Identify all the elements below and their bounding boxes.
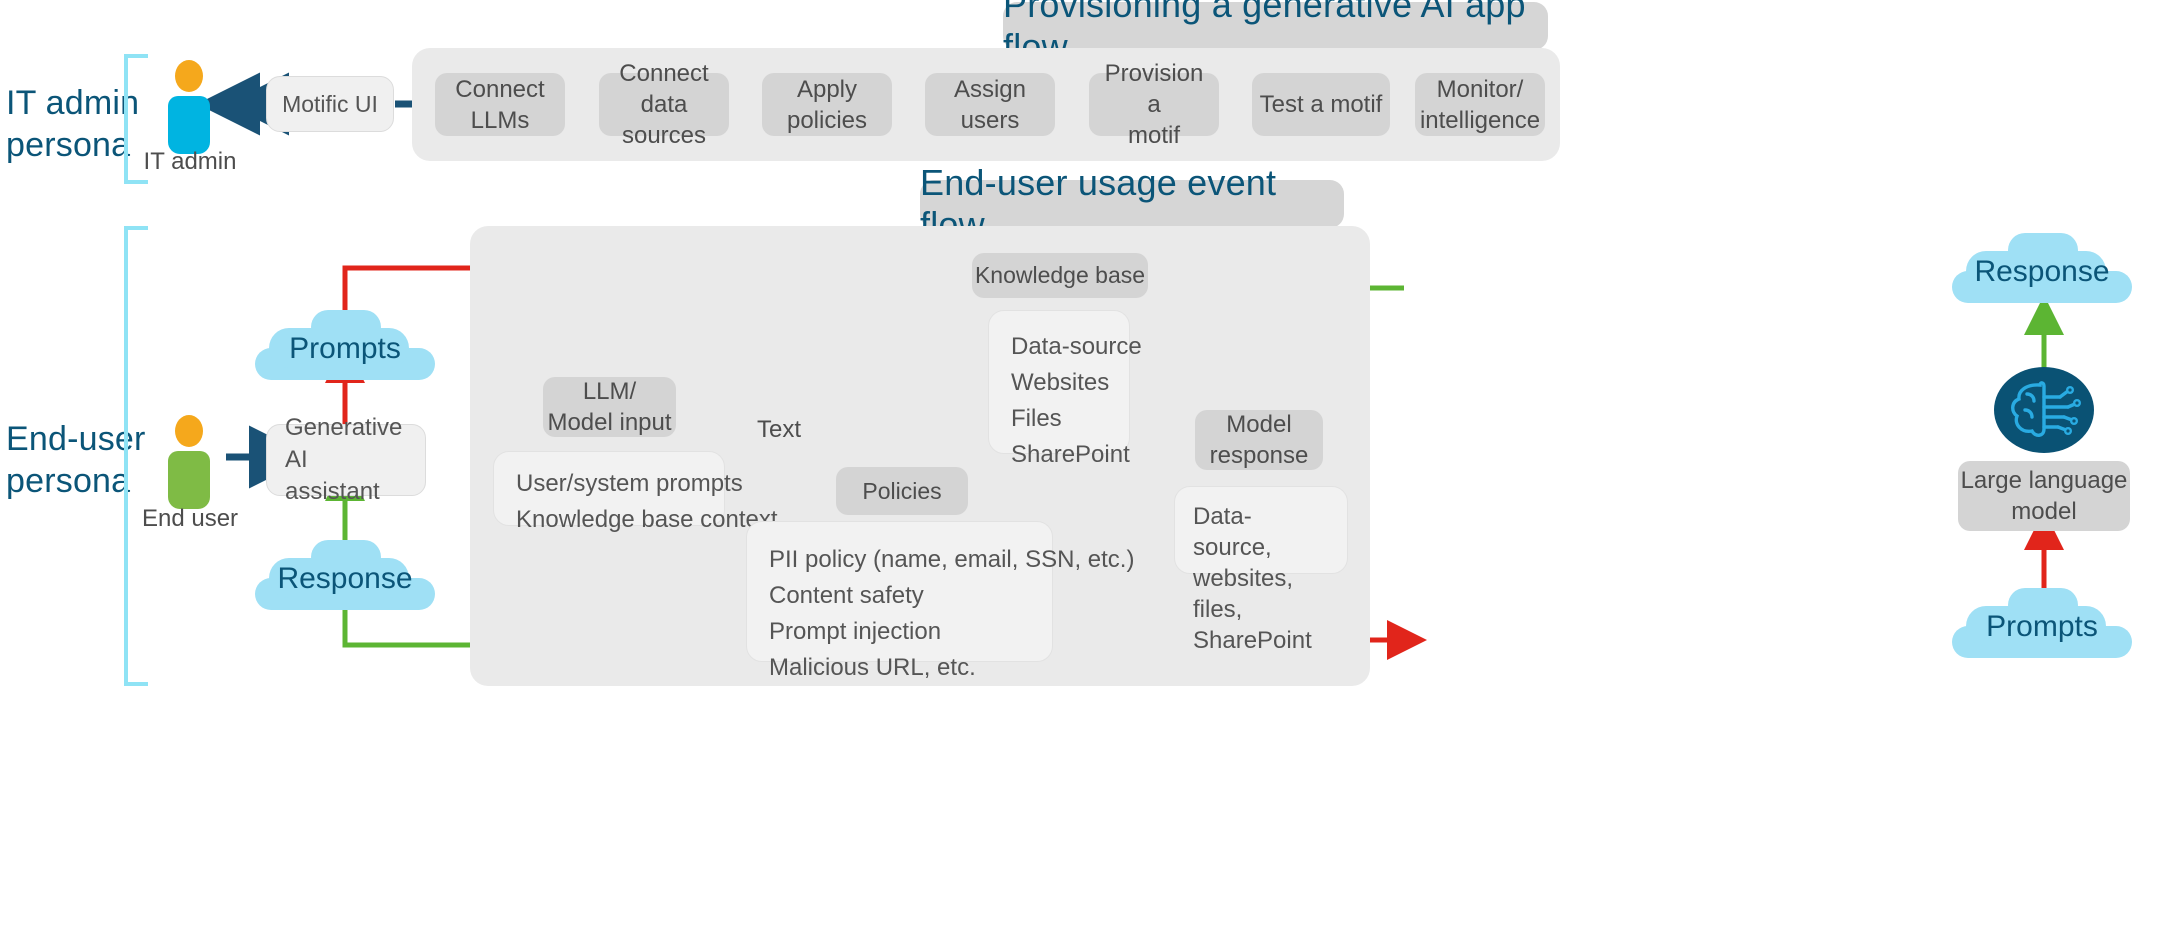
llm-input-details-box: User/system prompts Knowledge base conte… bbox=[493, 451, 778, 533]
admin-step-connect-data-sources[interactable]: Connect data sources bbox=[599, 60, 729, 149]
policy-item: Prompt injection bbox=[769, 618, 942, 645]
it-admin-figure-caption: IT admin bbox=[143, 148, 237, 175]
policy-item: Malicious URL, etc. bbox=[769, 654, 976, 681]
policy-item: Content safety bbox=[769, 582, 924, 609]
model-response-node[interactable]: Model response bbox=[1195, 410, 1323, 470]
large-language-model-node[interactable]: Large language model bbox=[1958, 461, 2130, 531]
data-source-item: Websites bbox=[1011, 369, 1110, 396]
diagram-canvas: IT admin persona IT admin Motific UI Pro… bbox=[0, 0, 2160, 946]
enduser-flow-banner: End-user usage event flow bbox=[920, 162, 1344, 245]
admin-step-test-motif[interactable]: Test a motif bbox=[1252, 73, 1390, 136]
model-response-details-box: Data-source, websites, files, SharePoint bbox=[1174, 486, 1348, 654]
response-cloud-left: Response bbox=[255, 540, 435, 610]
it-admin-figure bbox=[165, 60, 215, 155]
policies-node[interactable]: Policies bbox=[836, 467, 968, 515]
prompts-cloud-left: Prompts bbox=[255, 310, 435, 380]
llm-input-detail-item: User/system prompts bbox=[516, 470, 743, 497]
knowledge-base-node[interactable]: Knowledge base bbox=[972, 253, 1148, 298]
motific-ui-node[interactable]: Motific UI bbox=[266, 76, 394, 132]
model-response-details-text: Data-source, websites, files, SharePoint bbox=[1193, 503, 1312, 654]
response-cloud-right-label: Response bbox=[1974, 255, 2110, 288]
end-user-head-icon bbox=[175, 415, 203, 447]
text-edge-label: Text bbox=[757, 416, 802, 443]
end-user-figure-caption: End user bbox=[141, 505, 239, 532]
admin-step-apply-policies[interactable]: Apply policies bbox=[762, 73, 892, 136]
data-source-item: SharePoint bbox=[1011, 441, 1130, 468]
brain-circuit-icon bbox=[1982, 367, 2106, 453]
end-user-body-icon bbox=[168, 451, 210, 509]
prompts-cloud-right-label: Prompts bbox=[1986, 610, 2098, 643]
it-admin-body-icon bbox=[168, 96, 210, 154]
admin-step-connect-llms[interactable]: Connect LLMs bbox=[435, 73, 565, 136]
response-cloud-right: Response bbox=[1952, 233, 2132, 303]
admin-step-provision-motif[interactable]: Provision a motif bbox=[1089, 60, 1219, 149]
prompts-cloud-left-label: Prompts bbox=[289, 332, 401, 365]
it-admin-head-icon bbox=[175, 60, 203, 92]
response-cloud-left-label: Response bbox=[277, 562, 413, 595]
policies-listbox: PII policy (name, email, SSN, etc.) Cont… bbox=[746, 521, 1135, 681]
end-user-figure bbox=[165, 415, 215, 510]
llm-input-detail-item: Knowledge base context bbox=[516, 506, 778, 533]
llm-model-input-node[interactable]: LLM/ Model input bbox=[543, 377, 676, 437]
provisioning-flow-banner: Provisioning a generative AI app flow bbox=[1003, 0, 1548, 67]
policy-item: PII policy (name, email, SSN, etc.) bbox=[769, 546, 1135, 573]
generative-ai-assistant-node[interactable]: Generative AI assistant bbox=[266, 414, 426, 505]
prompts-cloud-right: Prompts bbox=[1952, 588, 2132, 658]
end-user-bracket bbox=[124, 226, 148, 686]
admin-step-assign-users[interactable]: Assign users bbox=[925, 73, 1055, 136]
data-source-item: Data-source bbox=[1011, 333, 1142, 360]
data-sources-listbox: Data-source Websites Files SharePoint bbox=[988, 310, 1142, 468]
admin-step-monitor-intelligence[interactable]: Monitor/ intelligence bbox=[1415, 73, 1545, 136]
data-source-item: Files bbox=[1011, 405, 1062, 432]
